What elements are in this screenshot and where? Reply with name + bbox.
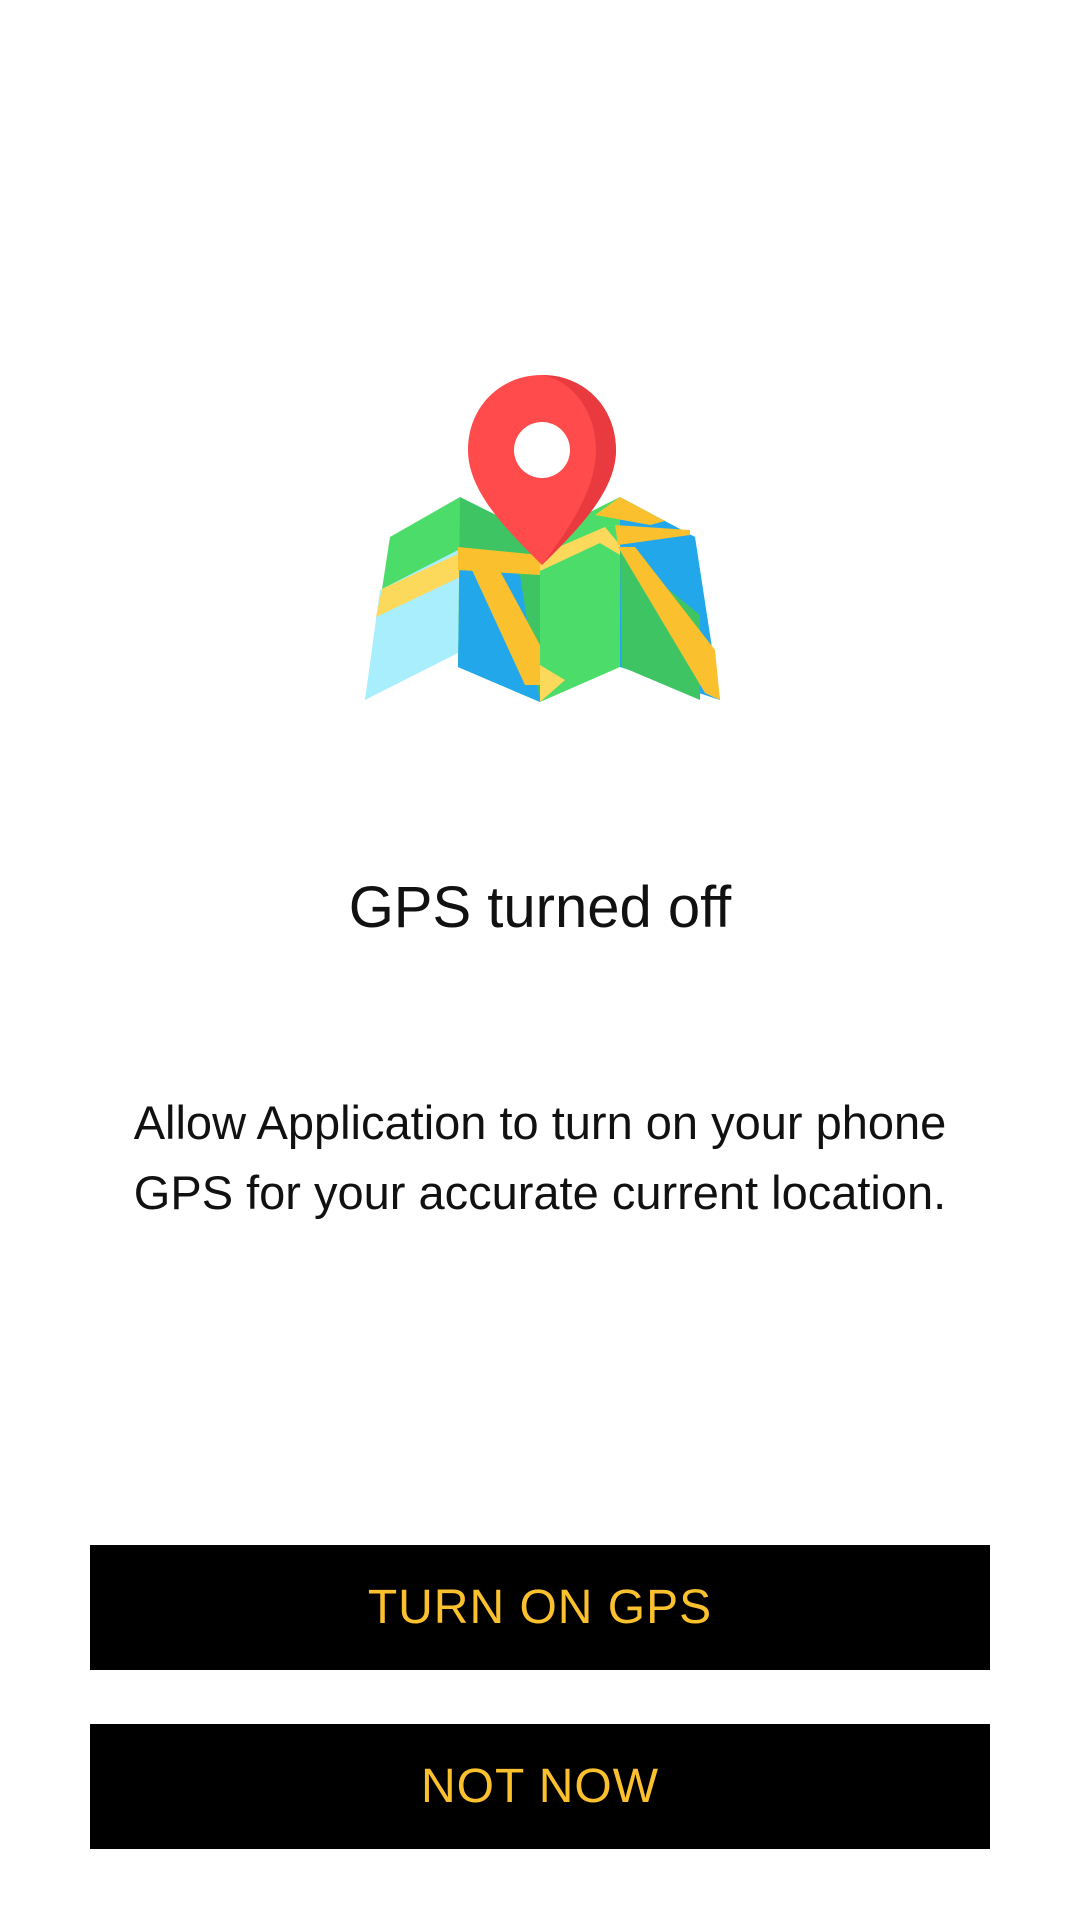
turn-on-gps-button[interactable]: TURN ON GPS	[90, 1545, 990, 1670]
map-with-location-pin-icon	[360, 375, 725, 710]
not-now-button[interactable]: NOT NOW	[90, 1724, 990, 1849]
gps-permission-screen: GPS turned off Allow Application to turn…	[0, 0, 1080, 1920]
dialog-description: Allow Application to turn on your phone …	[133, 1096, 947, 1219]
dialog-title: GPS turned off	[348, 875, 732, 940]
